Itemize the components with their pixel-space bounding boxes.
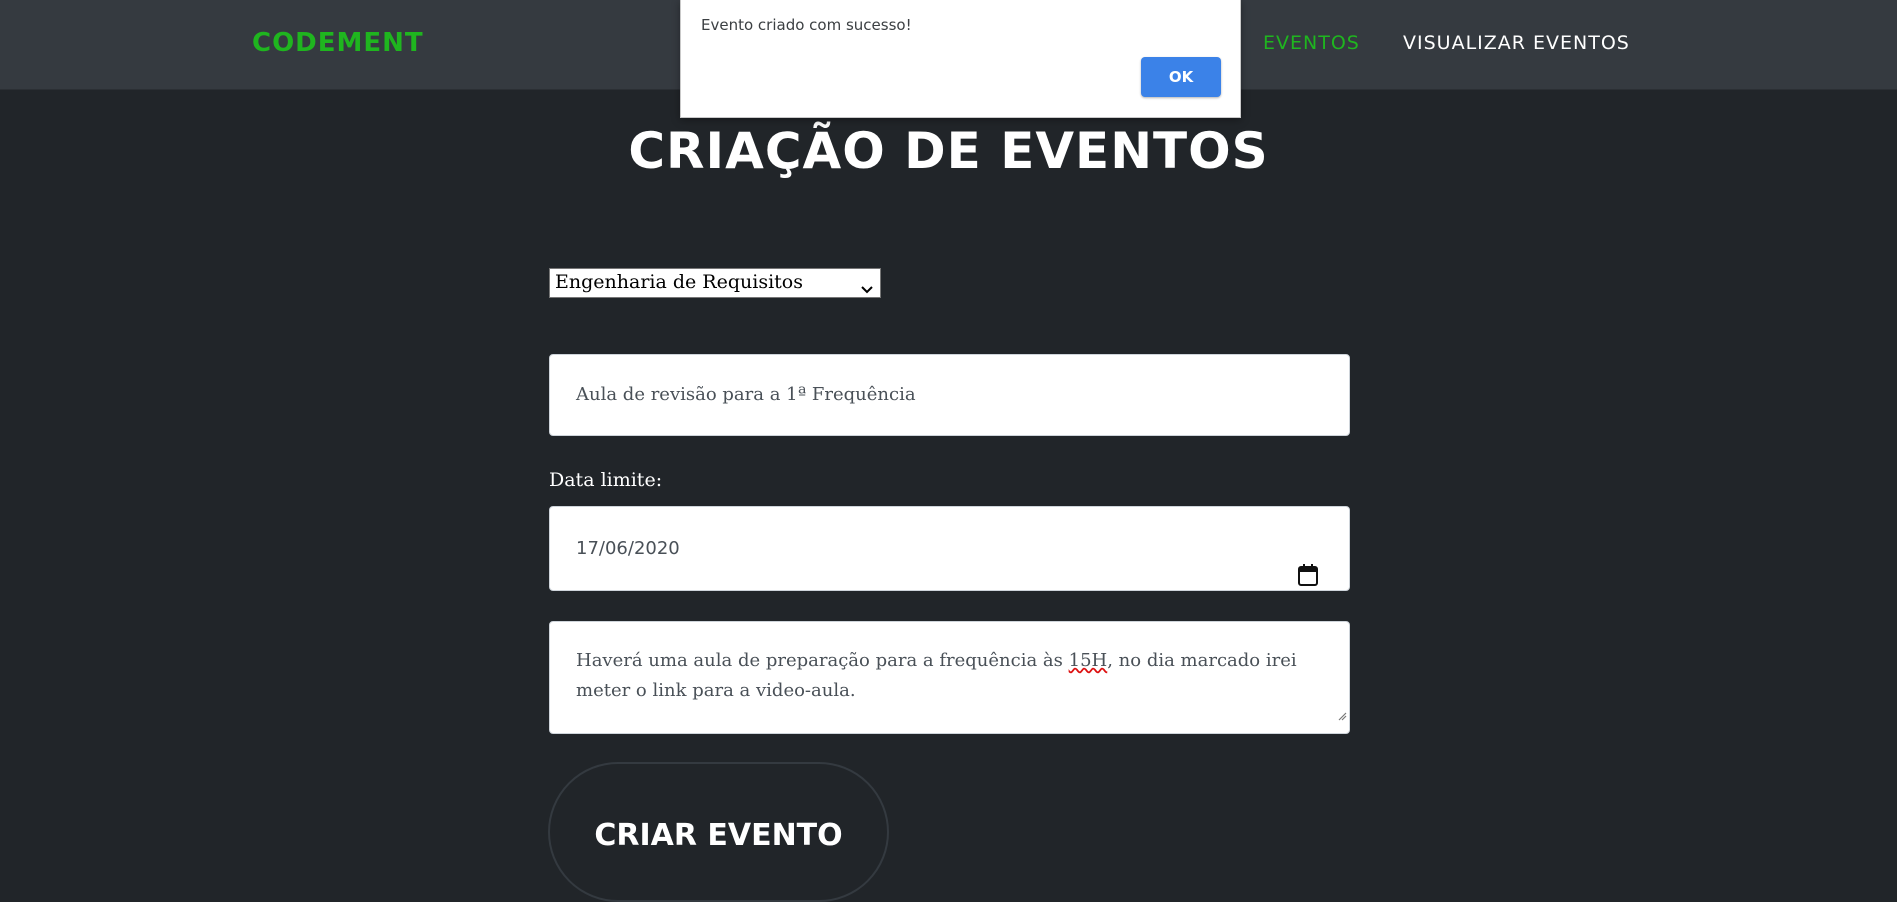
calendar-icon[interactable] bbox=[1298, 539, 1318, 622]
subject-select-value: Engenharia de Requisitos bbox=[555, 271, 803, 293]
event-description-textarea[interactable]: Haverá uma aula de preparação para a fre… bbox=[549, 621, 1350, 734]
event-title-value: Aula de revisão para a 1ª Frequência bbox=[576, 384, 916, 405]
nav-link-visualizar-eventos[interactable]: VISUALIZAR EVENTOS bbox=[1403, 32, 1630, 54]
alert-ok-button[interactable]: OK bbox=[1141, 57, 1221, 97]
subject-select[interactable]: Engenharia de Requisitos bbox=[549, 268, 881, 298]
date-limit-label: Data limite: bbox=[549, 469, 663, 491]
date-limit-value: 17/06/2020 bbox=[576, 538, 680, 559]
create-event-button[interactable]: CRIAR EVENTO bbox=[548, 762, 889, 902]
page-title: CRIAÇÃO DE EVENTOS bbox=[628, 122, 1269, 180]
resize-grip-icon[interactable] bbox=[1337, 701, 1347, 731]
nav-link-eventos[interactable]: EVENTOS bbox=[1263, 32, 1360, 54]
event-title-input[interactable]: Aula de revisão para a 1ª Frequência bbox=[549, 354, 1350, 436]
brand-logo[interactable]: CODEMENT bbox=[252, 28, 424, 58]
alert-message: Evento criado com sucesso! bbox=[701, 16, 912, 34]
alert-dialog: Evento criado com sucesso! OK bbox=[680, 0, 1241, 118]
description-misspelled-word: 15H bbox=[1068, 650, 1108, 671]
description-text-before: Haverá uma aula de preparação para a fre… bbox=[576, 650, 1069, 671]
date-limit-input[interactable]: 17/06/2020 bbox=[549, 506, 1350, 591]
chevron-down-icon bbox=[861, 278, 873, 297]
